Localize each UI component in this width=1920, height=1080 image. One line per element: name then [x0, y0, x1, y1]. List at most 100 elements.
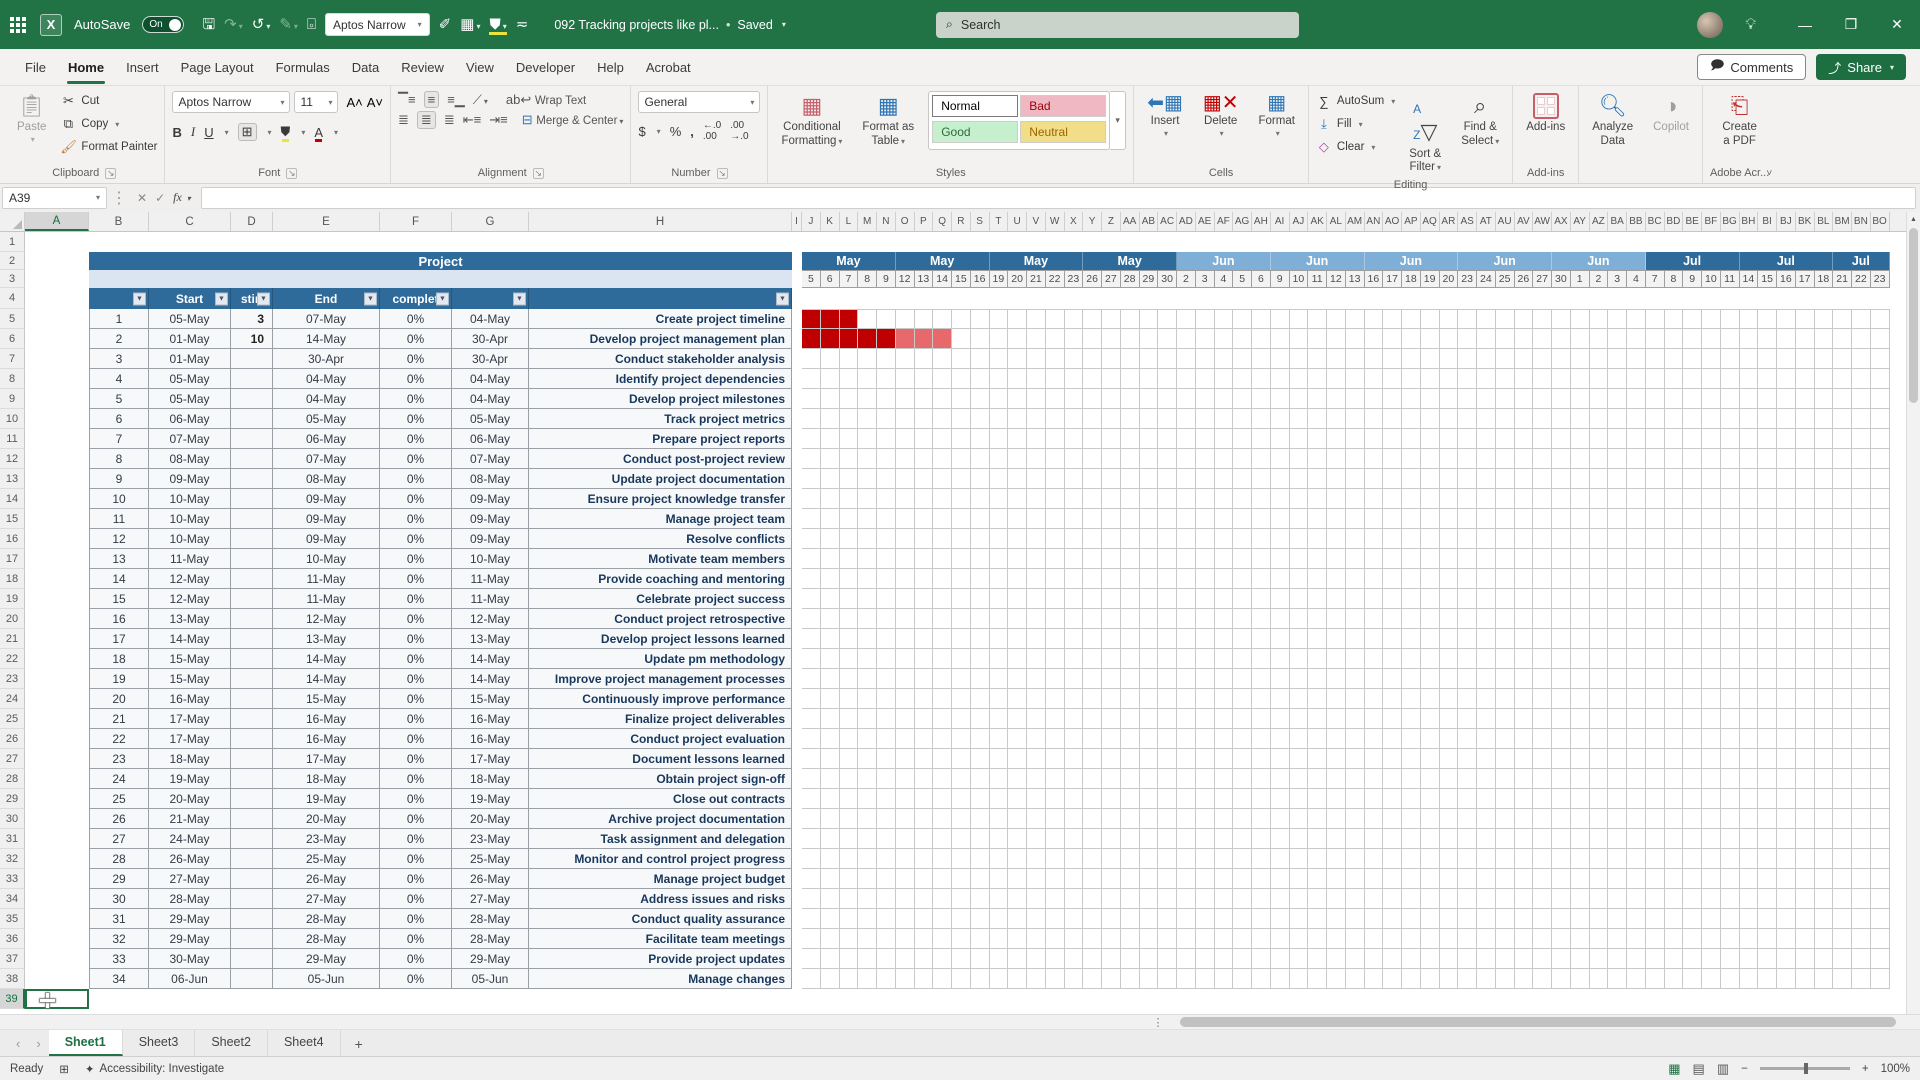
- gantt-cell[interactable]: [1383, 789, 1402, 809]
- gantt-cell[interactable]: [1140, 349, 1159, 369]
- gantt-cell[interactable]: [1833, 529, 1852, 549]
- gantt-cell[interactable]: [1140, 489, 1159, 509]
- page-break-view-button[interactable]: ▥: [1717, 1061, 1729, 1077]
- cell-D29[interactable]: [231, 789, 273, 809]
- gantt-cell[interactable]: [1196, 409, 1215, 429]
- gantt-cell[interactable]: [1365, 609, 1384, 629]
- gantt-cell[interactable]: [1608, 669, 1627, 689]
- gantt-cell[interactable]: [1440, 749, 1459, 769]
- gantt-cell[interactable]: [1833, 469, 1852, 489]
- gantt-cell[interactable]: [858, 629, 877, 649]
- gantt-cell[interactable]: [1590, 729, 1609, 749]
- gantt-cell[interactable]: [1758, 969, 1777, 989]
- gantt-cell[interactable]: [840, 829, 859, 849]
- gantt-cell[interactable]: [1440, 629, 1459, 649]
- gantt-cell[interactable]: [1552, 929, 1571, 949]
- gantt-cell[interactable]: [1758, 769, 1777, 789]
- gantt-cell[interactable]: [877, 489, 896, 509]
- gantt-cell[interactable]: [1383, 429, 1402, 449]
- gantt-cell[interactable]: [1365, 629, 1384, 649]
- gantt-cell[interactable]: [1365, 809, 1384, 829]
- gantt-cell[interactable]: [1252, 369, 1271, 389]
- gantt-cell[interactable]: [1383, 749, 1402, 769]
- gantt-cell[interactable]: [915, 569, 934, 589]
- gantt-cell[interactable]: [1852, 409, 1871, 429]
- gantt-cell[interactable]: [1215, 709, 1234, 729]
- gantt-cell[interactable]: [1515, 929, 1534, 949]
- gantt-cell[interactable]: [1796, 769, 1815, 789]
- gantt-cell[interactable]: [1083, 309, 1102, 329]
- gantt-cell[interactable]: [1233, 709, 1252, 729]
- gantt-cell[interactable]: [1458, 649, 1477, 669]
- gantt-cell[interactable]: [1496, 529, 1515, 549]
- gantt-cell[interactable]: [971, 829, 990, 849]
- gantt-cell[interactable]: [1290, 489, 1309, 509]
- gantt-cell[interactable]: [1271, 329, 1290, 349]
- cell-E7[interactable]: 30-Apr: [273, 349, 380, 369]
- gantt-cell[interactable]: [1177, 429, 1196, 449]
- cell-I37[interactable]: [792, 949, 802, 969]
- gantt-cell[interactable]: [1440, 909, 1459, 929]
- gantt-cell[interactable]: [1177, 309, 1196, 329]
- sheet-tab-sheet1[interactable]: Sheet1: [49, 1030, 123, 1056]
- cell-B31[interactable]: 27: [89, 829, 149, 849]
- gantt-cell[interactable]: [1365, 429, 1384, 449]
- gantt-cell[interactable]: [1158, 469, 1177, 489]
- gantt-cell[interactable]: [1271, 629, 1290, 649]
- cell-F25[interactable]: 0%: [380, 709, 452, 729]
- gantt-cell[interactable]: [1702, 369, 1721, 389]
- gantt-cell[interactable]: [1646, 649, 1665, 669]
- cell-B27[interactable]: 23: [89, 749, 149, 769]
- gantt-cell[interactable]: [1608, 389, 1627, 409]
- gantt-cell[interactable]: [1477, 749, 1496, 769]
- gantt-cell[interactable]: [1458, 869, 1477, 889]
- gantt-cell[interactable]: [1402, 589, 1421, 609]
- gantt-cell[interactable]: [1083, 689, 1102, 709]
- gantt-cell[interactable]: [1402, 809, 1421, 829]
- gantt-cell[interactable]: [1477, 429, 1496, 449]
- gantt-cell[interactable]: [915, 749, 934, 769]
- gantt-cell[interactable]: [1833, 629, 1852, 649]
- gantt-cell[interactable]: [840, 349, 859, 369]
- gantt-cell[interactable]: [1233, 669, 1252, 689]
- gantt-cell[interactable]: [1008, 309, 1027, 329]
- gantt-cell[interactable]: [1496, 929, 1515, 949]
- gantt-cell[interactable]: [915, 709, 934, 729]
- cell-C28[interactable]: 19-May: [149, 769, 231, 789]
- gantt-cell[interactable]: [1383, 529, 1402, 549]
- cell-H36[interactable]: Facilitate team meetings: [529, 929, 792, 949]
- gantt-cell[interactable]: [1121, 429, 1140, 449]
- gantt-cell[interactable]: [802, 509, 821, 529]
- gantt-cell[interactable]: [840, 889, 859, 909]
- gantt-cell[interactable]: [1721, 549, 1740, 569]
- cell-C32[interactable]: 26-May: [149, 849, 231, 869]
- gantt-cell[interactable]: [952, 489, 971, 509]
- cell-I12[interactable]: [792, 449, 802, 469]
- gantt-cell[interactable]: [1177, 609, 1196, 629]
- gantt-cell[interactable]: [1627, 929, 1646, 949]
- gantt-day-header[interactable]: 25: [1496, 270, 1515, 288]
- cell-H16[interactable]: Resolve conflicts: [529, 529, 792, 549]
- cell-D30[interactable]: [231, 809, 273, 829]
- cell-B11[interactable]: 7: [89, 429, 149, 449]
- gantt-cell[interactable]: [1815, 669, 1834, 689]
- gantt-cell[interactable]: [802, 429, 821, 449]
- gantt-cell[interactable]: [1215, 629, 1234, 649]
- cell-F23[interactable]: 0%: [380, 669, 452, 689]
- column-header-AI[interactable]: AI: [1271, 212, 1290, 231]
- gantt-cell[interactable]: [1646, 489, 1665, 509]
- gantt-cell[interactable]: [1721, 469, 1740, 489]
- gantt-cell[interactable]: [1477, 969, 1496, 989]
- gantt-cell[interactable]: [1721, 569, 1740, 589]
- gantt-cell[interactable]: [1196, 729, 1215, 749]
- gantt-cell[interactable]: [821, 649, 840, 669]
- gantt-cell[interactable]: [1027, 469, 1046, 489]
- gantt-cell[interactable]: [1627, 809, 1646, 829]
- user-avatar[interactable]: [1697, 12, 1723, 38]
- gantt-cell[interactable]: [915, 689, 934, 709]
- column-header-E[interactable]: E: [273, 212, 380, 231]
- row-header-6[interactable]: 6: [0, 329, 25, 349]
- gantt-cell[interactable]: [1852, 789, 1871, 809]
- gantt-cell[interactable]: [1271, 649, 1290, 669]
- gantt-cell[interactable]: [1533, 969, 1552, 989]
